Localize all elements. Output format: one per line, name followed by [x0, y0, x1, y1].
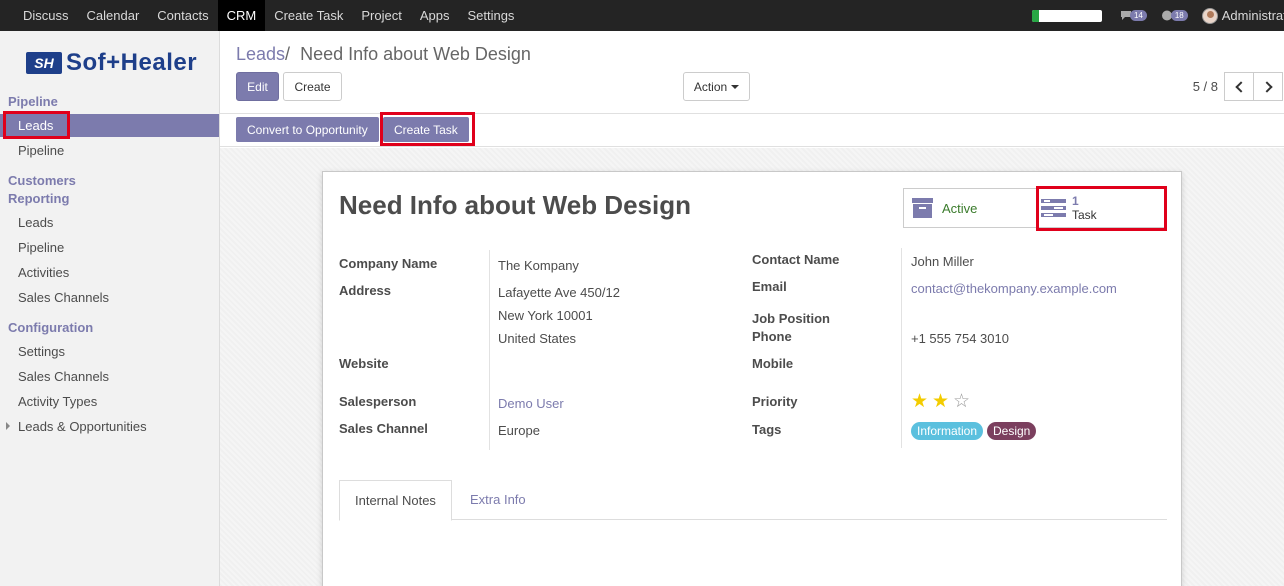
lead-title: Need Info about Web Design	[339, 190, 691, 220]
sales-channel-value: Europe	[498, 423, 540, 438]
user-name: Administrato	[1221, 8, 1284, 23]
field-separator-right	[901, 248, 902, 448]
salesperson-label: Salesperson	[339, 394, 417, 409]
main-content: Leads/ Need Info about Web Design Edit C…	[220, 31, 1284, 586]
section-customers[interactable]: Customers	[8, 173, 76, 188]
address-city: New York 10001	[498, 308, 593, 323]
sidebar-item-reporting-pipeline[interactable]: Pipeline	[18, 240, 64, 255]
pager-previous-button[interactable]	[1224, 72, 1254, 101]
caret-down-icon	[731, 84, 740, 89]
active-toggle-button[interactable]: Active	[903, 188, 1038, 228]
nav-contacts[interactable]: Contacts	[148, 0, 217, 31]
chevron-right-icon	[1260, 80, 1273, 93]
priority-star-2-icon[interactable]: ★	[932, 392, 949, 411]
sidebar-item-reporting-leads[interactable]: Leads	[18, 215, 53, 230]
messages-button[interactable]: 14	[1120, 10, 1147, 21]
website-label: Website	[339, 356, 389, 371]
section-reporting[interactable]: Reporting	[8, 191, 69, 206]
mobile-label: Mobile	[752, 356, 794, 371]
phone-value: +1 555 754 3010	[911, 331, 1009, 346]
nav-apps[interactable]: Apps	[411, 0, 459, 31]
logo-text: Sof+Healer	[66, 49, 198, 76]
messages-count: 14	[1129, 10, 1147, 21]
sidebar-item-activity-types[interactable]: Activity Types	[18, 394, 97, 409]
sidebar-item-sales-channels[interactable]: Sales Channels	[18, 290, 109, 305]
nav-settings[interactable]: Settings	[458, 0, 523, 31]
tab-internal-notes[interactable]: Internal Notes	[339, 480, 452, 521]
logo-mark: SH	[26, 52, 62, 74]
company-logo: SH Sof+Healer	[26, 49, 197, 77]
contact-name-value: John Miller	[911, 254, 974, 269]
nav-create-task[interactable]: Create Task	[265, 0, 352, 31]
nav-crm[interactable]: CRM	[217, 0, 266, 31]
pager-value[interactable]: 5 / 8	[1193, 79, 1218, 94]
address-street: Lafayette Ave 450/12	[498, 285, 620, 300]
app-menu: Discuss Calendar Contacts CRM Create Tas…	[14, 0, 523, 31]
nav-project[interactable]: Project	[352, 0, 410, 31]
systray: 14 18 Administrato	[1031, 0, 1284, 31]
tag-design[interactable]: Design	[987, 422, 1037, 440]
sidebar-item-activities[interactable]: Activities	[18, 265, 69, 280]
edit-button[interactable]: Edit	[236, 72, 279, 101]
section-pipeline[interactable]: Pipeline	[8, 94, 58, 109]
action-dropdown[interactable]: Action	[683, 72, 750, 101]
company-name-label: Company Name	[339, 256, 438, 271]
address-country: United States	[498, 331, 577, 346]
breadcrumb-leads[interactable]: Leads	[236, 44, 285, 64]
priority-label: Priority	[752, 394, 798, 409]
priority-star-3-icon[interactable]: ☆	[953, 392, 970, 411]
nav-calendar[interactable]: Calendar	[78, 0, 149, 31]
contact-name-label: Contact Name	[752, 252, 840, 267]
create-button[interactable]: Create	[283, 72, 342, 101]
progress-fill	[1031, 9, 1039, 22]
action-label: Action	[693, 79, 728, 94]
sidebar-item-config-sales-channels[interactable]: Sales Channels	[18, 369, 109, 384]
form-background: Need Info about Web Design Active 1 Task…	[220, 148, 1284, 586]
sidebar: SH Sof+Healer Pipeline Leads Pipeline Cu…	[0, 31, 220, 586]
job-position-label: Job Position	[752, 311, 830, 326]
progress-bar	[1031, 9, 1102, 22]
activities-button[interactable]: 18	[1161, 10, 1188, 21]
sidebar-item-pipeline[interactable]: Pipeline	[18, 143, 64, 158]
salesperson-link[interactable]: Demo User	[498, 396, 564, 411]
form-statusbar: Convert to Opportunity Create Task	[220, 112, 1284, 147]
email-label: Email	[752, 279, 787, 294]
user-menu[interactable]: Administrato	[1201, 7, 1284, 24]
company-name-value: The Kompany	[498, 258, 579, 273]
highlight-box-leads	[3, 111, 70, 139]
sidebar-item-settings[interactable]: Settings	[18, 344, 65, 359]
email-link[interactable]: contact@thekompany.example.com	[911, 281, 1117, 296]
sales-channel-label: Sales Channel	[339, 421, 428, 436]
caret-right-icon[interactable]	[6, 422, 10, 430]
form-sheet: Need Info about Web Design Active 1 Task…	[322, 171, 1182, 586]
activities-count: 18	[1170, 10, 1188, 21]
avatar	[1201, 7, 1218, 24]
highlight-box-create-task	[380, 112, 475, 146]
top-navbar: Discuss Calendar Contacts CRM Create Tas…	[0, 0, 1284, 31]
highlight-box-task	[1036, 186, 1167, 231]
breadcrumb-separator: /	[285, 44, 291, 64]
phone-label: Phone	[752, 329, 792, 344]
active-label: Active	[942, 200, 978, 216]
chevron-left-icon	[1234, 80, 1247, 93]
priority-star-1-icon[interactable]: ★	[911, 392, 928, 411]
field-separator-left	[489, 250, 490, 450]
section-configuration[interactable]: Configuration	[8, 320, 93, 335]
control-panel: Leads/ Need Info about Web Design Edit C…	[220, 31, 1284, 114]
breadcrumb-current: Need Info about Web Design	[300, 44, 531, 64]
tag-information[interactable]: Information	[911, 422, 984, 440]
convert-to-opportunity-button[interactable]: Convert to Opportunity	[236, 117, 379, 142]
address-label: Address	[339, 283, 392, 298]
pager-next-button[interactable]	[1253, 72, 1283, 101]
archive-icon	[912, 198, 933, 218]
notebook-tabs: Internal Notes Extra Info	[339, 480, 1167, 521]
breadcrumb: Leads/ Need Info about Web Design	[236, 44, 531, 65]
tags-label: Tags	[752, 422, 782, 437]
nav-discuss[interactable]: Discuss	[14, 0, 78, 31]
sidebar-item-leads-opportunities[interactable]: Leads & Opportunities	[18, 419, 147, 434]
tab-extra-info[interactable]: Extra Info	[455, 480, 541, 521]
